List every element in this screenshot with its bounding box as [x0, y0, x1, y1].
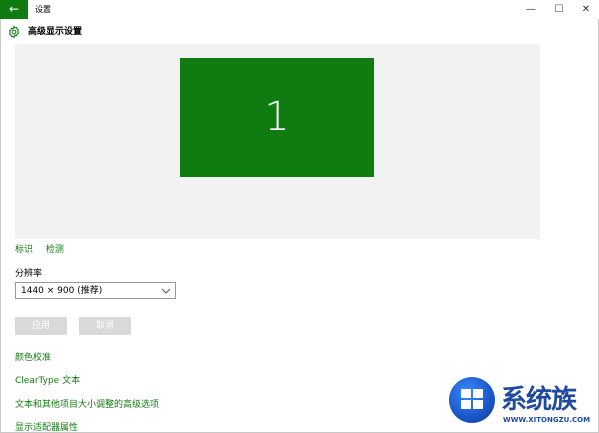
identify-link[interactable]: 标识: [15, 245, 33, 255]
watermark-logo-icon: [449, 377, 495, 423]
resolution-value: 1440 × 900 (推荐): [21, 286, 103, 296]
close-button[interactable]: ✕: [572, 0, 599, 19]
close-icon: ✕: [581, 4, 591, 15]
advanced-sizing-link[interactable]: 文本和其他项目大小调整的高级选项: [15, 397, 159, 410]
back-arrow-icon: ←: [8, 2, 20, 16]
cleartype-link[interactable]: ClearType 文本: [15, 373, 80, 386]
back-button[interactable]: ←: [0, 0, 28, 19]
adapter-properties-link[interactable]: 显示适配器属性: [15, 420, 78, 433]
maximize-icon: ☐: [554, 4, 564, 15]
monitor-number: 1: [264, 94, 290, 140]
page-title: 高级显示设置: [28, 27, 83, 37]
resolution-label: 分辨率: [15, 269, 43, 279]
watermark: 系统族 WWW.XITONGZU.COM: [449, 377, 599, 433]
monitor-1[interactable]: 1: [180, 58, 374, 177]
window-title: 设置: [35, 5, 51, 14]
minimize-icon: —: [526, 4, 536, 15]
cancel-button[interactable]: 取消: [79, 317, 131, 335]
maximize-button[interactable]: ☐: [545, 0, 573, 19]
apply-button[interactable]: 应用: [15, 317, 67, 335]
watermark-brand: 系统族: [501, 385, 577, 415]
resolution-dropdown[interactable]: 1440 × 900 (推荐): [15, 282, 176, 299]
detect-link[interactable]: 检测: [46, 245, 64, 255]
minimize-button[interactable]: —: [517, 0, 545, 19]
watermark-url: WWW.XITONGZU.COM: [503, 416, 591, 424]
color-calibration-link[interactable]: 颜色校准: [15, 350, 51, 363]
preview-links: 标识 检测: [15, 242, 74, 255]
gear-icon: [8, 25, 20, 39]
title-bar: ← 设置 — ☐ ✕: [0, 0, 599, 19]
chevron-down-icon: [161, 288, 171, 294]
display-preview: 1: [15, 44, 540, 239]
